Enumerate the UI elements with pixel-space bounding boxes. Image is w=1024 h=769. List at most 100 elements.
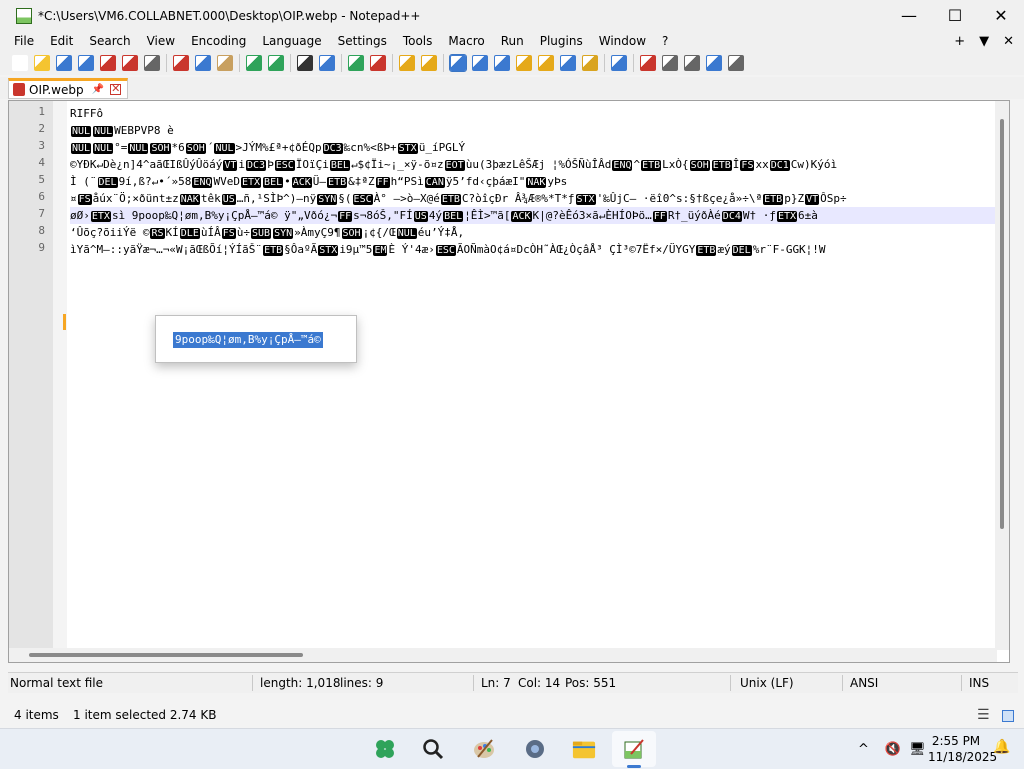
- stop-macro-icon[interactable]: [662, 55, 678, 71]
- file-explorer-icon[interactable]: [572, 737, 596, 761]
- pin-icon[interactable]: 📌: [92, 84, 104, 95]
- menu-encoding[interactable]: Encoding: [183, 34, 254, 48]
- control-char-badge: SOH: [341, 228, 362, 239]
- close-tab-icon[interactable]: ✕: [110, 83, 122, 95]
- undo-icon[interactable]: [246, 55, 262, 71]
- paste-icon[interactable]: [217, 55, 233, 71]
- menu-file[interactable]: File: [0, 34, 42, 48]
- code-text: ü_íPGLÝ: [418, 141, 466, 154]
- sync-horizontal-icon[interactable]: [421, 55, 437, 71]
- status-encoding[interactable]: ANSI: [850, 676, 878, 690]
- word-wrap-icon[interactable]: [449, 54, 467, 72]
- status-doc-type: Normal text file: [10, 676, 104, 690]
- redo-icon[interactable]: [268, 55, 284, 71]
- show-all-characters-icon[interactable]: [472, 55, 488, 71]
- code-line[interactable]: NUL NUL °= NUL SOH *6 SOH ´ NUL >JÝM%£ª+¢ðÉQp DC3 ‰…: [70, 139, 1005, 156]
- tiles-view-icon[interactable]: [1002, 710, 1014, 722]
- code-text: xx: [755, 158, 769, 171]
- print-icon[interactable]: [144, 55, 160, 71]
- close-icon[interactable]: [100, 55, 116, 71]
- paint-icon[interactable]: [472, 737, 496, 761]
- cut-icon[interactable]: [173, 55, 189, 71]
- display-icon[interactable]: 🖥: [909, 742, 926, 757]
- menu-window[interactable]: Window: [591, 34, 654, 48]
- zoom-in-icon[interactable]: [348, 55, 364, 71]
- tray-overflow-icon[interactable]: ^: [858, 742, 869, 757]
- save-all-icon[interactable]: [78, 55, 94, 71]
- code-line[interactable]: RIFFô: [70, 105, 1005, 122]
- code-line[interactable]: ìYã^M–::yãŸæ¬…¬«W¡ãŒßÕí¦ÝÍãŠ¨ ETB §ÔaºÃ STX…: [70, 241, 1005, 258]
- settings-icon[interactable]: [523, 737, 547, 761]
- volume-muted-icon[interactable]: 🔇: [885, 742, 901, 757]
- code-line[interactable]: Ì (¨ DEL 9í,ß?↵•´»58 ENQ WVeD ETX BEL • ACK Ü– ETB…: [70, 173, 1005, 190]
- control-char-badge: ESC: [435, 245, 456, 256]
- minimize-button[interactable]: —: [886, 0, 932, 31]
- menu-run[interactable]: Run: [493, 34, 532, 48]
- document-map-icon[interactable]: [538, 55, 554, 71]
- open-file-icon[interactable]: [34, 55, 50, 71]
- menu-tools[interactable]: Tools: [395, 34, 441, 48]
- replace-icon[interactable]: [319, 55, 335, 71]
- explorer-status-bar: 4 items 1 item selected 2.74 KB ☰: [0, 702, 1024, 728]
- menu-language[interactable]: Language: [254, 34, 329, 48]
- code-line[interactable]: ‘Ûõç?õiiÝë © RS KÍ DLE ùÍÂ FS ù÷ SUB SYN »ÀmyÇ9¶ S…: [70, 224, 1005, 241]
- vertical-scroll-thumb[interactable]: [1000, 119, 1004, 529]
- line-number: 8: [38, 224, 45, 237]
- save-macro-icon[interactable]: [728, 55, 744, 71]
- autocomplete-item[interactable]: 9poop‰Q¦øm,B%y¡ÇpÅ—™á©: [173, 332, 323, 348]
- find-icon[interactable]: [297, 55, 313, 71]
- monitoring-icon[interactable]: [611, 55, 627, 71]
- vertical-scrollbar[interactable]: [995, 101, 1009, 650]
- save-icon[interactable]: [56, 55, 72, 71]
- new-tab-icon[interactable]: +: [954, 34, 965, 49]
- menu-help[interactable]: ?: [654, 34, 676, 48]
- user-defined-language-icon[interactable]: [516, 55, 532, 71]
- control-char-badge: FF: [375, 177, 390, 188]
- menu-settings[interactable]: Settings: [330, 34, 395, 48]
- clock[interactable]: 2:55 PM 11/18/2025: [928, 733, 997, 765]
- menu-plugins[interactable]: Plugins: [532, 34, 591, 48]
- code-text: 6±à: [798, 209, 818, 222]
- folder-as-workspace-icon[interactable]: [582, 55, 598, 71]
- horizontal-scroll-thumb[interactable]: [29, 653, 303, 657]
- status-insert-mode[interactable]: INS: [969, 676, 989, 690]
- menu-macro[interactable]: Macro: [440, 34, 492, 48]
- run-macro-multiple-icon[interactable]: [706, 55, 722, 71]
- menu-edit[interactable]: Edit: [42, 34, 81, 48]
- close-document-icon[interactable]: ✕: [1003, 34, 1014, 49]
- tab-oip-webp[interactable]: OIP.webp 📌 ✕: [8, 78, 128, 99]
- tab-list-icon[interactable]: ▼: [979, 34, 989, 49]
- maximize-button[interactable]: ☐: [932, 0, 978, 31]
- close-window-button[interactable]: ✕: [978, 0, 1024, 31]
- new-file-icon[interactable]: [12, 55, 28, 71]
- editor[interactable]: 123456789 RIFFô NUL NUL WEBPVP8 è NUL NUL °= NU…: [8, 100, 1010, 663]
- menu-search[interactable]: Search: [81, 34, 138, 48]
- function-list-icon[interactable]: [560, 55, 576, 71]
- play-macro-icon[interactable]: [684, 55, 700, 71]
- details-view-icon[interactable]: ☰: [977, 707, 990, 723]
- start-icon[interactable]: [373, 737, 397, 761]
- control-char-badge: US: [221, 194, 236, 205]
- record-macro-icon[interactable]: [640, 55, 656, 71]
- close-all-icon[interactable]: [122, 55, 138, 71]
- control-char-badge: ETB: [711, 160, 732, 171]
- copy-icon[interactable]: [195, 55, 211, 71]
- notifications-icon[interactable]: 🔔: [993, 739, 1010, 755]
- code-text: ¤: [70, 192, 77, 205]
- fold-margin[interactable]: [53, 101, 67, 662]
- indent-guide-icon[interactable]: [494, 55, 510, 71]
- code-line[interactable]: NUL NUL WEBPVP8 è: [70, 122, 1005, 139]
- code-line[interactable]: ¤ FS åúx¨Ö;×ðünt±z NAK têk US …ñ,¹SÌÞ^)–nÿ SYN §…: [70, 190, 1005, 207]
- notepad-plus-plus-taskbar-icon[interactable]: [622, 737, 646, 761]
- close-icon: ✕: [994, 6, 1008, 25]
- search-icon[interactable]: [421, 737, 445, 761]
- code-line[interactable]: øØ› ETX sì 9poop‰Q¦øm,B%y¡ÇpÅ—™á© ÿ"„Vðó¿¬…: [70, 207, 1005, 224]
- code-line[interactable]: ©YÐK↵Dè¿n]4^aãŒIßÛýÛöáý VT i DC3 Þ ESC ÏOïÇi BE…: [70, 156, 1005, 173]
- control-char-badge: NAK: [179, 194, 200, 205]
- sync-vertical-icon[interactable]: [399, 55, 415, 71]
- code-text: K|@?èÊó3×ã↵ÈHÍOÞö…: [532, 209, 652, 222]
- menu-view[interactable]: View: [139, 34, 183, 48]
- horizontal-scrollbar[interactable]: [9, 648, 997, 662]
- status-eol[interactable]: Unix (LF): [740, 676, 794, 690]
- zoom-out-icon[interactable]: [370, 55, 386, 71]
